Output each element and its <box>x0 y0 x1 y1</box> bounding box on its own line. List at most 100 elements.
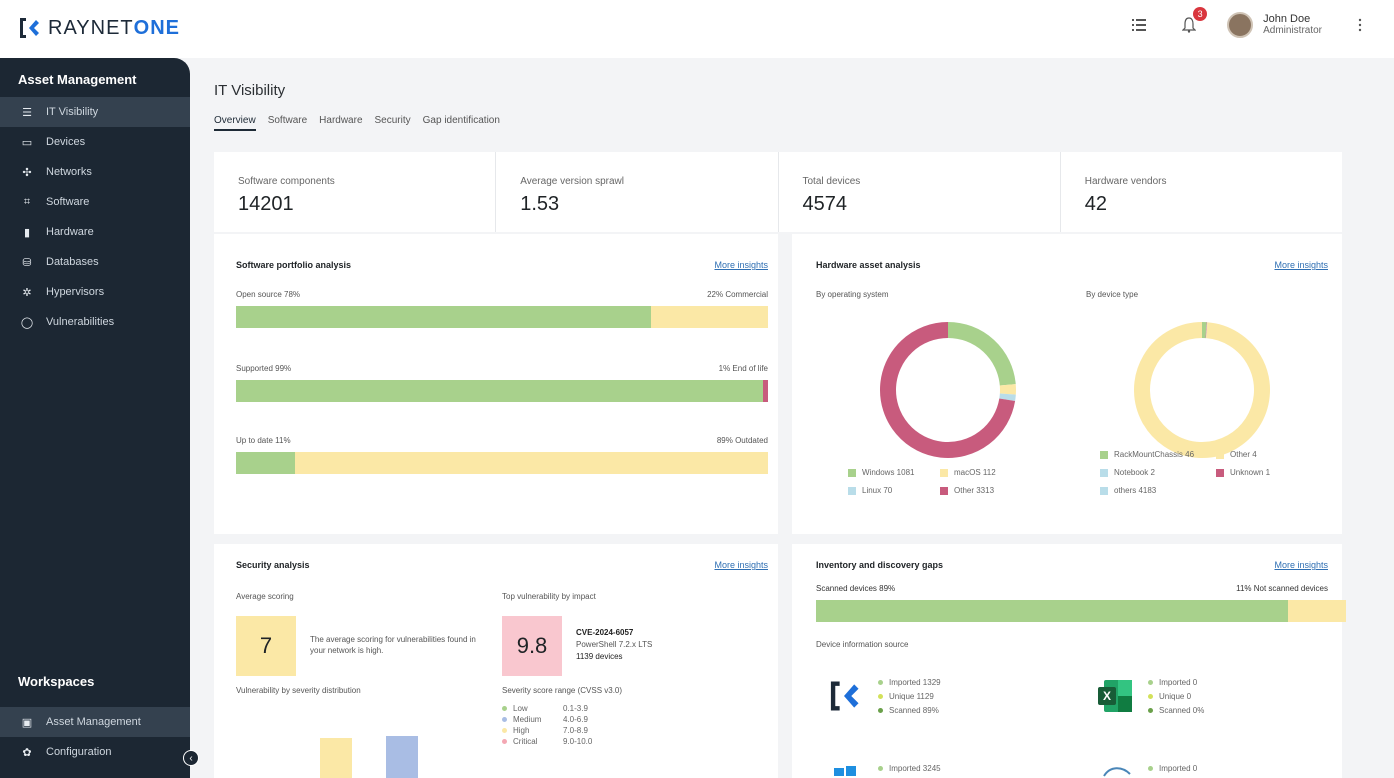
more-vertical-icon <box>1358 18 1362 32</box>
severity-dot <box>502 706 507 711</box>
software-icon: ⌗ <box>23 195 31 208</box>
source-dot <box>1148 680 1153 685</box>
kpi-value: 4574 <box>802 193 848 215</box>
workspace-item-configuration[interactable]: ✿ Configuration <box>0 737 190 767</box>
more-insights-link[interactable]: More insights <box>714 260 768 270</box>
avg-scoring-label: Average scoring <box>236 592 294 601</box>
portfolio-bar <box>236 380 768 402</box>
svg-text:X: X <box>1103 689 1111 703</box>
brand-logo[interactable]: RAYNETONE <box>18 16 180 40</box>
legend-swatch <box>1100 450 1108 459</box>
user-name: John Doe <box>1263 13 1311 25</box>
source-stat: Scanned 0% <box>1148 706 1204 715</box>
more-insights-link[interactable]: More insights <box>714 560 768 570</box>
excel-logo-icon: X <box>1098 680 1132 712</box>
source-stat-label: Imported 0 <box>1159 678 1198 687</box>
sidebar-item-vulnerabilities[interactable]: ◯ Vulnerabilities <box>0 307 190 337</box>
bar-segment <box>650 306 768 328</box>
notifications-button[interactable]: 3 <box>1177 7 1208 37</box>
severity-range-item: Low 0.1-3.9 <box>502 704 588 713</box>
bar-segment <box>236 306 651 328</box>
tab-bar: Overview Software Hardware Security Gap iden… <box>214 115 1342 131</box>
source-stat-label: Unique 0 <box>1159 692 1192 701</box>
tab-overview[interactable]: Overview <box>214 115 256 131</box>
network-icon: ✣ <box>22 166 32 179</box>
top-cve[interactable]: CVE-2024-6057 <box>576 628 633 637</box>
sidebar-item-hardware[interactable]: ▮ Hardware <box>0 217 190 247</box>
legend-swatch <box>1100 486 1108 495</box>
panel-title: Inventory and discovery gaps <box>816 560 944 570</box>
legend-swatch <box>1216 468 1224 477</box>
sidebar-item-it-visibility[interactable]: ☰ IT Visibility <box>0 97 190 127</box>
legend-item: Unknown 1 <box>1216 468 1270 477</box>
avatar <box>1227 12 1254 38</box>
sidebar-item-databases[interactable]: ⛁ Databases <box>0 247 190 277</box>
more-insights-link[interactable]: More insights <box>1274 260 1328 270</box>
collapse-sidebar-button[interactable]: ‹ <box>183 750 199 766</box>
avg-score-text: The average scoring for vulnerabilities … <box>310 635 476 655</box>
tab-hardware[interactable]: Hardware <box>319 115 362 131</box>
list-icon <box>1132 19 1147 31</box>
source-stat: Imported 3245 <box>878 764 941 773</box>
legend-item: macOS 112 <box>940 468 996 477</box>
kpi-card: Software components 14201 <box>214 152 497 232</box>
user-menu[interactable]: John Doe Administrator <box>1227 12 1322 38</box>
security-analysis-panel: Security analysis More insights Average … <box>214 544 778 778</box>
severity-range-item: Medium 4.0-6.9 <box>502 715 588 724</box>
panel-title: Software portfolio analysis <box>236 260 352 270</box>
workspace-item-asset-management[interactable]: ▣ Asset Management <box>0 707 190 737</box>
kpi-card: Hardware vendors 42 <box>1061 152 1342 232</box>
severity-range: 7.0-8.9 <box>563 726 588 735</box>
hardware-analysis-panel: Hardware asset analysis More insights By… <box>792 234 1342 534</box>
donut-slice-windows[interactable] <box>947 322 1016 386</box>
laptop-icon: ▭ <box>21 136 33 149</box>
scanned-segment <box>816 600 1288 622</box>
legend-label: Other 3313 <box>954 486 995 495</box>
legend-swatch <box>1100 468 1108 477</box>
bar-segment <box>294 452 768 474</box>
source-stat-label: Scanned 89% <box>889 706 939 715</box>
main-content: IT Visibility Overview Software Hardware Se… <box>214 58 1346 778</box>
bar-segment <box>236 452 295 474</box>
list-icon: ☰ <box>22 106 32 119</box>
portfolio-bar <box>236 306 768 328</box>
severity-range: 4.0-6.9 <box>563 715 588 724</box>
top-product: PowerShell 7.2.x LTS <box>576 640 653 649</box>
source-dot <box>878 680 883 685</box>
list-view-button[interactable] <box>1127 13 1151 37</box>
sidebar-item-label: Hypervisors <box>46 286 105 298</box>
more-insights-link[interactable]: More insights <box>1274 560 1328 570</box>
more-options-button[interactable] <box>1348 13 1372 37</box>
sidebar-item-software[interactable]: ⌗ Software <box>0 187 190 217</box>
source-stat: Imported 0 <box>1148 764 1197 773</box>
donut-slice-linux[interactable] <box>999 393 1016 402</box>
tab-gap-identification[interactable]: Gap identification <box>423 115 500 131</box>
legend-label: Windows 1081 <box>862 468 915 477</box>
legend-swatch <box>1216 450 1224 459</box>
chevron-left-icon: ‹ <box>189 752 193 764</box>
top-score-box: 9.8 <box>502 616 562 676</box>
workspace-item-label: Asset Management <box>46 716 141 728</box>
briefcase-icon: ▣ <box>21 716 33 729</box>
sidebar-item-networks[interactable]: ✣ Networks <box>0 157 190 187</box>
workspaces-title: Workspaces <box>18 674 95 689</box>
user-role: Administrator <box>1263 25 1322 36</box>
donut-slice-others[interactable] <box>1134 322 1270 458</box>
scanned-label: Scanned devices 89% <box>816 584 896 593</box>
tab-security[interactable]: Security <box>375 115 411 131</box>
sidebar-item-hypervisors[interactable]: ✲ Hypervisors <box>0 277 190 307</box>
legend-label: RackMountChassis 46 <box>1114 450 1195 459</box>
device-source-label: Device information source <box>816 640 909 649</box>
not-scanned-segment <box>1287 600 1346 622</box>
other-source-icon <box>1103 767 1131 777</box>
sidebar-item-devices[interactable]: ▭ Devices <box>0 127 190 157</box>
tab-software[interactable]: Software <box>268 115 307 131</box>
raynet-logo-icon <box>20 18 39 38</box>
sidebar-item-label: Software <box>46 196 90 208</box>
bar-left-label: Up to date 11% <box>236 436 291 445</box>
source-stat-label: Imported 1329 <box>889 678 941 687</box>
top-vuln-label: Top vulnerability by impact <box>502 592 596 601</box>
severity-bar-medium <box>386 736 418 778</box>
kpi-label: Average version sprawl <box>520 176 625 187</box>
avg-score-value: 7 <box>259 633 273 658</box>
